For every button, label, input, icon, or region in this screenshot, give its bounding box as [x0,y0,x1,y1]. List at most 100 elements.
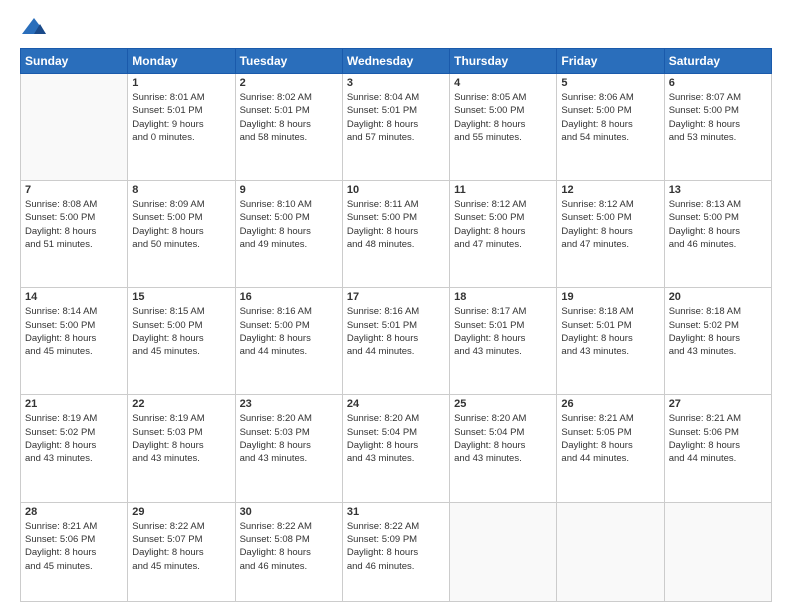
day-number: 1 [132,77,230,89]
cell-line: Daylight: 8 hours [347,547,418,558]
cell-line: and 43 minutes. [561,346,629,357]
day-number: 25 [454,398,552,410]
cell-line: Sunrise: 8:21 AM [561,413,633,424]
cell-line: Sunrise: 8:22 AM [240,521,312,532]
cell-line: and 43 minutes. [669,346,737,357]
cell-line: Sunset: 5:00 PM [454,212,524,223]
day-number: 31 [347,506,445,518]
cell-line: Sunrise: 8:15 AM [132,306,204,317]
cell-line: and 45 minutes. [25,561,93,572]
day-number: 9 [240,184,338,196]
cell-line: Sunrise: 8:08 AM [25,199,97,210]
cell-line: Sunrise: 8:22 AM [132,521,204,532]
cell-line: Sunset: 5:01 PM [561,320,631,331]
cell-content: Sunrise: 8:21 AMSunset: 5:06 PMDaylight:… [25,520,123,573]
cell-line: Daylight: 8 hours [25,333,96,344]
weekday-header-monday: Monday [128,49,235,74]
cell-line: Sunset: 5:06 PM [669,427,739,438]
day-number: 21 [25,398,123,410]
cell-content: Sunrise: 8:06 AMSunset: 5:00 PMDaylight:… [561,91,659,144]
weekday-header-thursday: Thursday [450,49,557,74]
calendar-cell: 19Sunrise: 8:18 AMSunset: 5:01 PMDayligh… [557,288,664,395]
cell-line: Sunrise: 8:11 AM [347,199,419,210]
cell-line: and 46 minutes. [669,239,737,250]
cell-line: Daylight: 8 hours [347,333,418,344]
cell-line: Sunset: 5:03 PM [240,427,310,438]
cell-content: Sunrise: 8:18 AM Sunset: 5:02 PM Daylight:… [669,305,767,358]
cell-content: Sunrise: 8:12 AMSunset: 5:00 PMDaylight:… [561,198,659,251]
cell-line: and 46 minutes. [347,561,415,572]
cell-line: Sunset: 5:00 PM [669,212,739,223]
cell-content: Sunrise: 8:20 AMSunset: 5:04 PMDaylight:… [347,412,445,465]
calendar-cell: 23Sunrise: 8:20 AMSunset: 5:03 PMDayligh… [235,395,342,502]
cell-content: Sunrise: 8:05 AMSunset: 5:00 PMDaylight:… [454,91,552,144]
day-number: 22 [132,398,230,410]
cell-line: Sunrise: 8:12 AM [561,199,633,210]
cell-line: Daylight: 8 hours [132,333,203,344]
cell-line: Daylight: 8 hours [240,333,311,344]
cell-line: Sunset: 5:02 PM [25,427,95,438]
cell-line: Daylight: 8 hours [132,440,203,451]
day-number: 4 [454,77,552,89]
cell-line: Sunrise: 8:18 AM [669,306,741,317]
day-number: 8 [132,184,230,196]
cell-line: Daylight: 8 hours [25,547,96,558]
cell-line: and 54 minutes. [561,132,629,143]
cell-content: Sunrise: 8:11 AMSunset: 5:00 PMDaylight:… [347,198,445,251]
day-number: 16 [240,291,338,303]
calendar-cell: 18Sunrise: 8:17 AMSunset: 5:01 PMDayligh… [450,288,557,395]
cell-line: Sunset: 5:01 PM [132,105,202,116]
cell-line: Sunset: 5:00 PM [454,105,524,116]
calendar-cell [664,502,771,601]
day-number: 20 [669,291,767,303]
cell-line: Sunrise: 8:18 AM [561,306,633,317]
cell-line: Sunset: 5:04 PM [347,427,417,438]
cell-content: Sunrise: 8:13 AMSunset: 5:00 PMDaylight:… [669,198,767,251]
cell-line: Sunrise: 8:20 AM [454,413,526,424]
cell-line: and 53 minutes. [669,132,737,143]
calendar-table: SundayMondayTuesdayWednesdayThursdayFrid… [20,48,772,602]
day-number: 10 [347,184,445,196]
cell-line: and 47 minutes. [561,239,629,250]
cell-line: Sunrise: 8:19 AM [25,413,97,424]
weekday-header-sunday: Sunday [21,49,128,74]
cell-line: Sunset: 5:01 PM [347,105,417,116]
cell-line: Sunrise: 8:01 AM [132,92,204,103]
cell-line: Sunrise: 8:21 AM [669,413,741,424]
calendar-cell: 21Sunrise: 8:19 AMSunset: 5:02 PMDayligh… [21,395,128,502]
cell-line: Daylight: 8 hours [240,547,311,558]
cell-line: Sunrise: 8:20 AM [240,413,312,424]
calendar-cell [21,74,128,181]
cell-line: Sunrise: 8:09 AM [132,199,204,210]
cell-line: and 44 minutes. [347,346,415,357]
cell-content: Sunrise: 8:02 AMSunset: 5:01 PMDaylight:… [240,91,338,144]
cell-line: Sunset: 5:07 PM [132,534,202,545]
cell-line: Daylight: 8 hours [454,226,525,237]
cell-line: and 43 minutes. [240,453,308,464]
day-number: 2 [240,77,338,89]
cell-content: Sunrise: 8:10 AMSunset: 5:00 PMDaylight:… [240,198,338,251]
header [20,16,772,38]
weekday-header-wednesday: Wednesday [342,49,449,74]
day-number: 17 [347,291,445,303]
cell-line: Daylight: 8 hours [347,440,418,451]
cell-line: Daylight: 8 hours [454,333,525,344]
day-number: 12 [561,184,659,196]
day-number: 13 [669,184,767,196]
calendar-header: SundayMondayTuesdayWednesdayThursdayFrid… [21,49,772,74]
cell-line: Sunrise: 8:21 AM [25,521,97,532]
cell-line: Sunset: 5:02 PM [669,320,739,331]
weekday-header-tuesday: Tuesday [235,49,342,74]
cell-line: and 45 minutes. [132,561,200,572]
weekday-row: SundayMondayTuesdayWednesdayThursdayFrid… [21,49,772,74]
cell-line: Sunset: 5:00 PM [561,212,631,223]
cell-line: Sunset: 5:00 PM [240,320,310,331]
calendar-cell: 7Sunrise: 8:08 AMSunset: 5:00 PMDaylight… [21,181,128,288]
cell-line: Sunset: 5:00 PM [240,212,310,223]
cell-line: Daylight: 8 hours [669,333,740,344]
cell-line: Daylight: 8 hours [454,440,525,451]
cell-line: Daylight: 8 hours [669,440,740,451]
cell-content: Sunrise: 8:18 AMSunset: 5:01 PMDaylight:… [561,305,659,358]
cell-line: Daylight: 8 hours [132,547,203,558]
cell-line: Sunset: 5:00 PM [347,212,417,223]
